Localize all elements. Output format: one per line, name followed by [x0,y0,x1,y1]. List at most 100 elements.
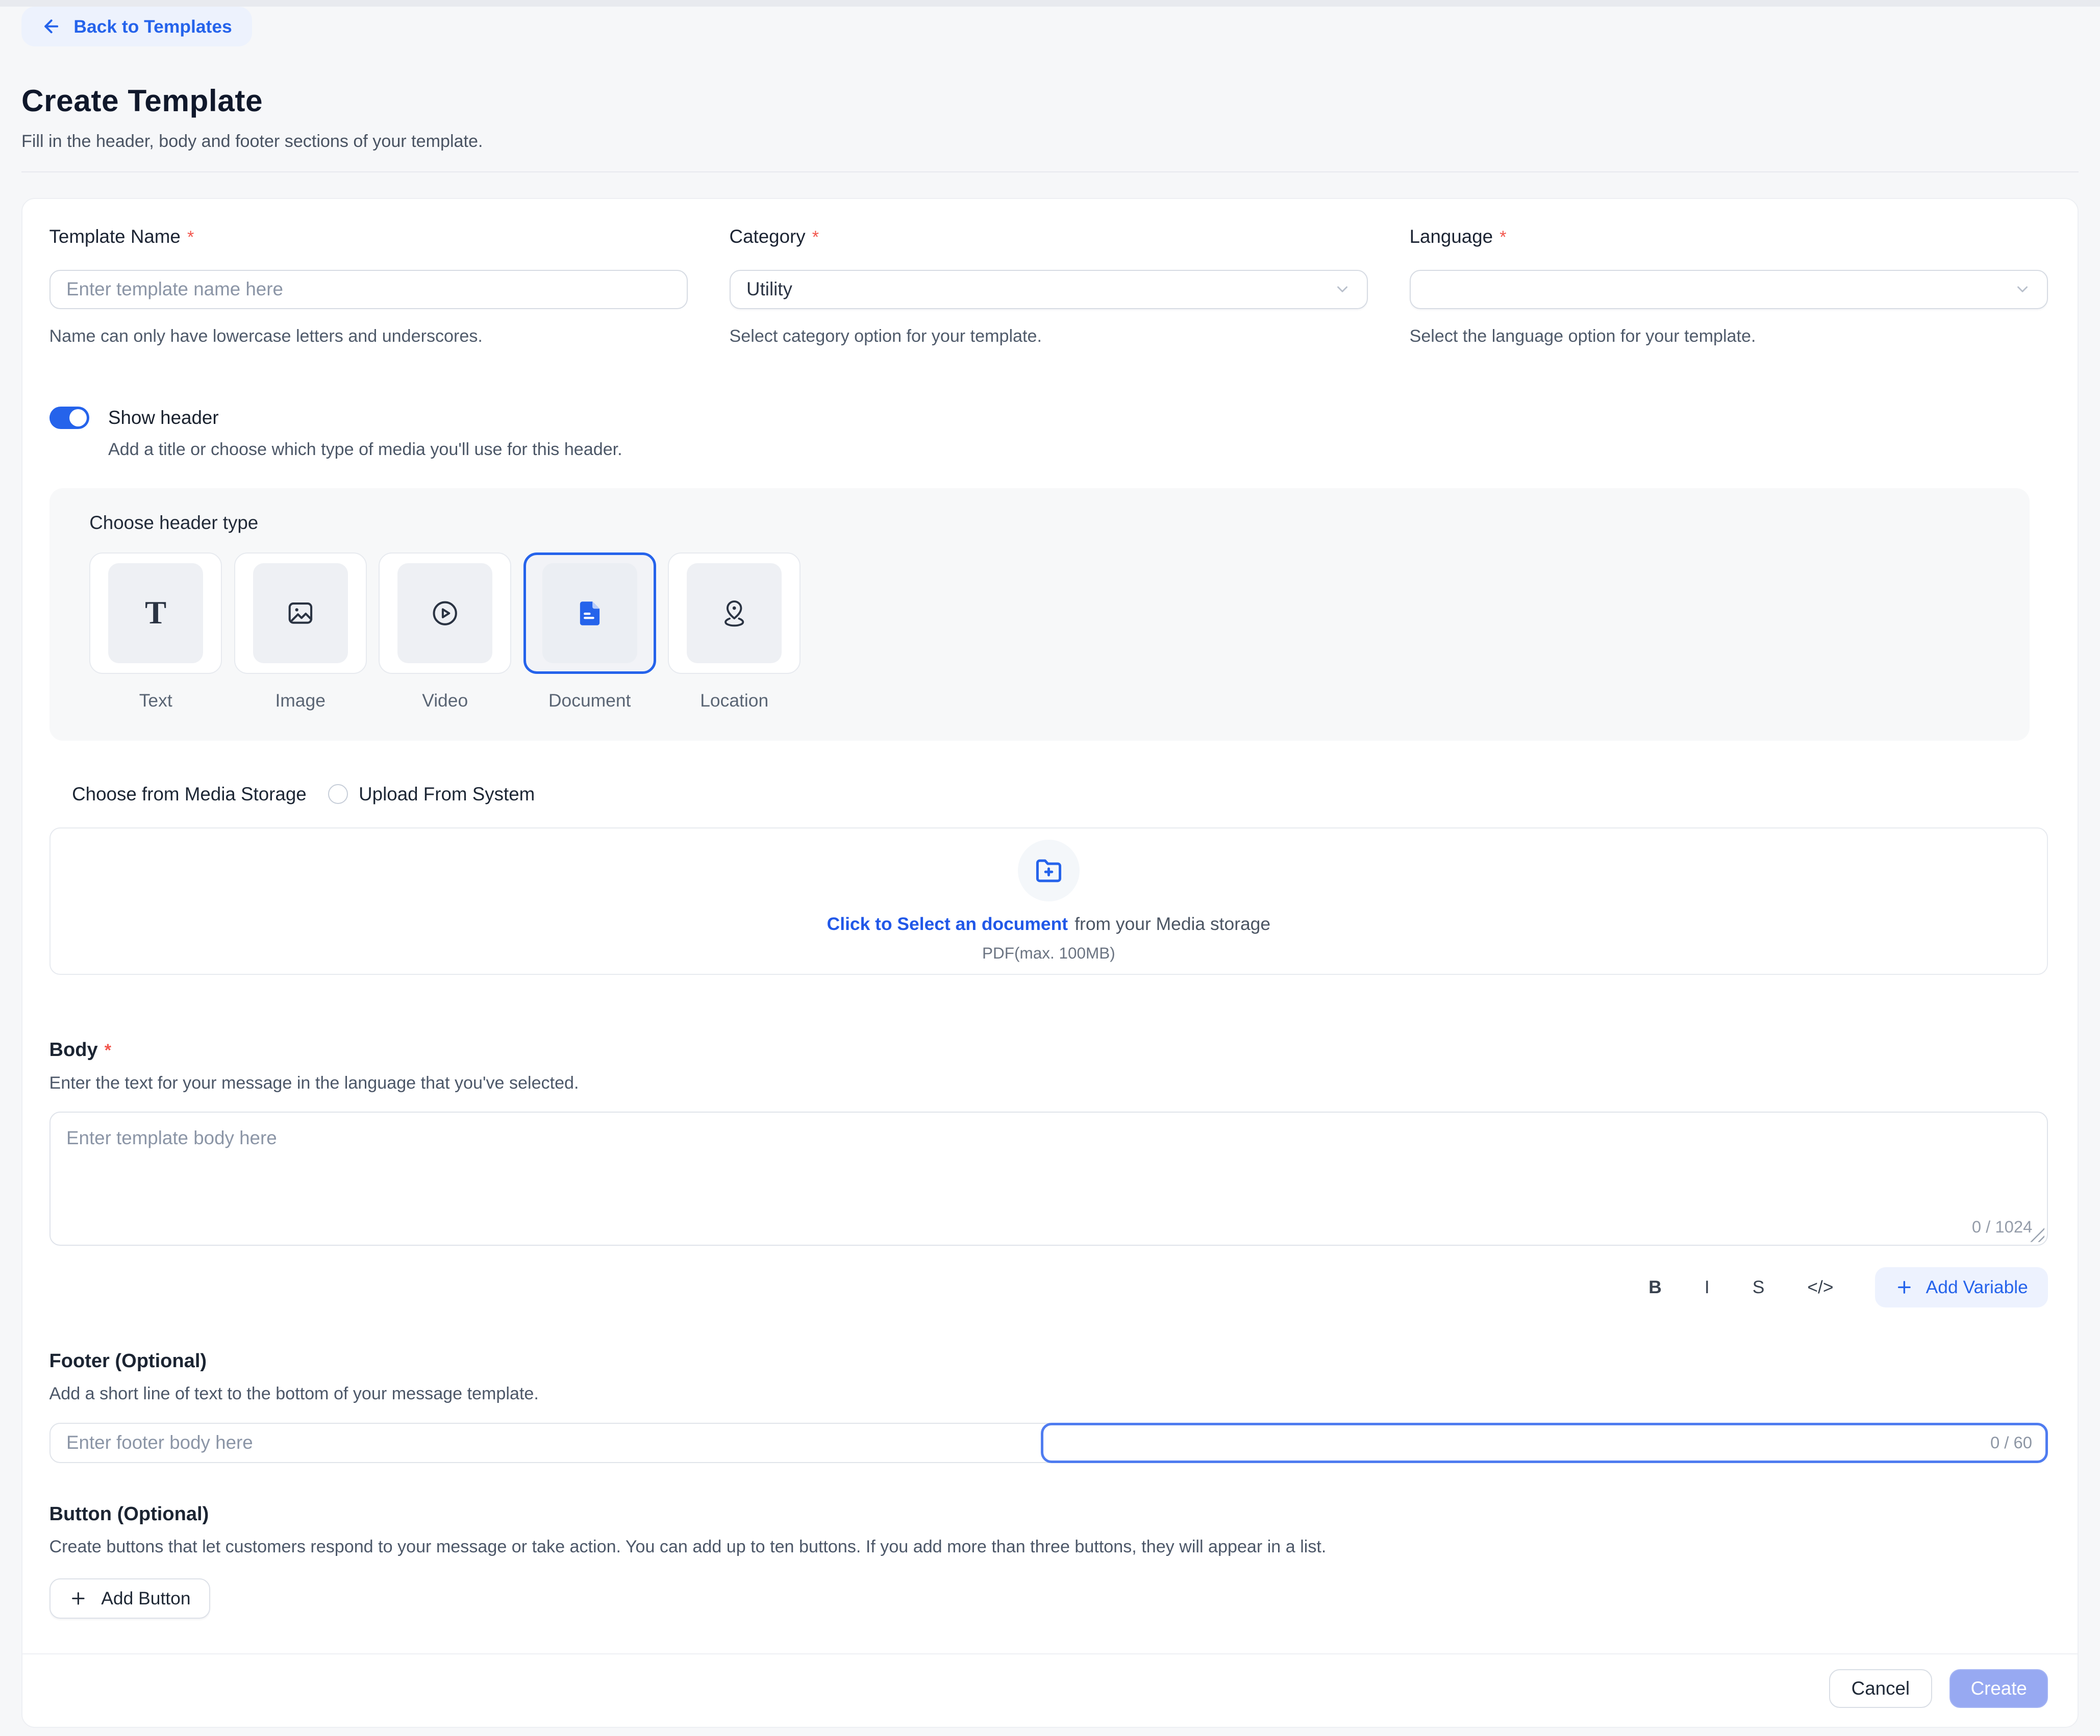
choose-header-type-label: Choose header type [89,512,1989,534]
card-inner [542,563,637,664]
category-field-group: Category* Utility Select category option… [730,226,1368,346]
template-body-textarea[interactable]: Enter template body here 0 / 1024 [49,1112,2048,1246]
chevron-down-icon [2014,281,2031,298]
header-type-text: T Text [89,552,222,711]
top-fields-row: Template Name* Enter template name here … [49,226,2048,346]
footer-char-counter: 0 / 60 [1990,1433,2032,1452]
header-type-card-location[interactable] [668,552,801,674]
required-asterisk: * [105,1041,111,1060]
header-type-panel: Choose header type T Text [49,488,2030,741]
language-label-text: Language [1410,226,1493,247]
media-source-options: Choose from Media Storage Upload From Sy… [49,784,2048,805]
category-label: Category* [730,226,1368,247]
show-header-toggle-row: Show header [49,407,2048,430]
template-name-label: Template Name* [49,226,688,247]
category-select[interactable]: Utility [730,270,1368,309]
footer-input-focused-segment[interactable]: 0 / 60 [1041,1423,2048,1463]
bold-button[interactable]: B [1627,1277,1683,1298]
add-button-label: Add Button [101,1588,190,1609]
page-title: Create Template [21,83,2079,118]
radio-unchecked-icon[interactable] [328,784,348,804]
upload-from-system-label: Upload From System [359,784,535,805]
video-icon [430,598,460,628]
footer-label: Footer (Optional) [49,1350,2048,1372]
header-type-card-video[interactable] [379,552,511,674]
body-label: Body * [49,1039,2048,1061]
language-field-group: Language* Select the language option for… [1410,226,2048,346]
header-type-card-text[interactable]: T [89,552,222,674]
show-header-toggle[interactable] [49,407,90,430]
upload-instruction-rest: from your Media storage [1074,914,1270,935]
header-type-image: Image [234,552,367,711]
add-variable-button[interactable]: Add Variable [1875,1267,2048,1307]
create-button[interactable]: Create [1949,1669,2048,1708]
text-icon: T [145,597,166,629]
show-header-description: Add a title or choose which type of medi… [108,440,2048,460]
arrow-left-icon [41,16,61,36]
create-template-page: Back to Templates Create Template Fill i… [0,7,2100,1736]
footer-placeholder: Enter footer body here [66,1432,253,1453]
button-section: Button (Optional) Create buttons that le… [49,1503,2048,1619]
add-button-button[interactable]: Add Button [49,1578,211,1619]
back-to-templates-button[interactable]: Back to Templates [21,7,252,46]
template-name-helper: Name can only have lowercase letters and… [49,326,688,346]
header-type-video: Video [379,552,511,711]
button-label: Button (Optional) [49,1503,2048,1525]
header-type-options: T Text Image [89,552,1989,711]
folder-plus-icon [1033,854,1065,887]
strikethrough-button[interactable]: S [1731,1277,1786,1298]
template-name-field-group: Template Name* Enter template name here … [49,226,688,346]
choose-from-media-storage-option[interactable]: Choose from Media Storage [72,784,307,805]
upload-icon-badge [1018,840,1080,901]
add-variable-label: Add Variable [1926,1277,2028,1298]
show-header-label: Show header [108,407,219,429]
card-inner [253,563,348,664]
italic-button[interactable]: I [1683,1277,1731,1298]
card-inner [687,563,782,664]
card-inner [397,563,492,664]
header-type-label-location: Location [668,690,801,711]
card-inner: T [108,563,203,664]
upload-from-system-option[interactable]: Upload From System [328,784,535,805]
header-type-card-image[interactable] [234,552,367,674]
header-type-label-image: Image [234,690,367,711]
template-name-label-text: Template Name [49,226,181,247]
template-name-input[interactable]: Enter template name here [49,270,688,309]
template-name-placeholder: Enter template name here [66,279,283,300]
upload-instruction: Click to Select an document from your Me… [827,914,1270,935]
footer-input[interactable]: Enter footer body here 0 / 60 [49,1423,2048,1463]
header-divider [21,171,2079,172]
body-label-text: Body [49,1039,98,1061]
chevron-down-icon [1334,281,1351,298]
language-select[interactable] [1410,270,2048,309]
header-type-card-document[interactable] [523,552,656,674]
image-icon [286,598,315,628]
plus-icon [1895,1278,1914,1297]
plus-icon [69,1589,88,1608]
header-type-document: Document [523,552,656,711]
header-type-label-video: Video [379,690,511,711]
category-selected-value: Utility [746,279,792,300]
required-asterisk: * [812,228,819,247]
language-label: Language * [1410,226,2048,247]
required-asterisk: * [1499,228,1506,247]
header-type-location: Location [668,552,801,711]
template-form-card: Template Name* Enter template name here … [21,198,2079,1728]
upload-file-hint: PDF(max. 100MB) [982,944,1115,963]
header-type-label-document: Document [523,690,656,711]
footer-section: Footer (Optional) Add a short line of te… [49,1350,2048,1463]
header-type-label-text: Text [89,690,222,711]
code-button[interactable]: </> [1786,1277,1855,1298]
cancel-button[interactable]: Cancel [1829,1669,1932,1708]
select-document-link[interactable]: Click to Select an document [827,914,1068,935]
media-select-dropzone[interactable]: Click to Select an document from your Me… [49,827,2048,975]
body-placeholder: Enter template body here [66,1127,277,1148]
body-format-toolbar: B I S </> Add Variable [49,1267,2048,1307]
category-helper: Select category option for your template… [730,326,1368,346]
location-icon [719,598,749,628]
page-subtitle: Fill in the header, body and footer sect… [21,132,2079,152]
document-icon [575,598,605,628]
body-char-counter: 0 / 1024 [1972,1217,2033,1237]
body-section: Body* Enter the text for your message in… [49,1039,2048,1307]
footer-description: Add a short line of text to the bottom o… [49,1384,2048,1404]
